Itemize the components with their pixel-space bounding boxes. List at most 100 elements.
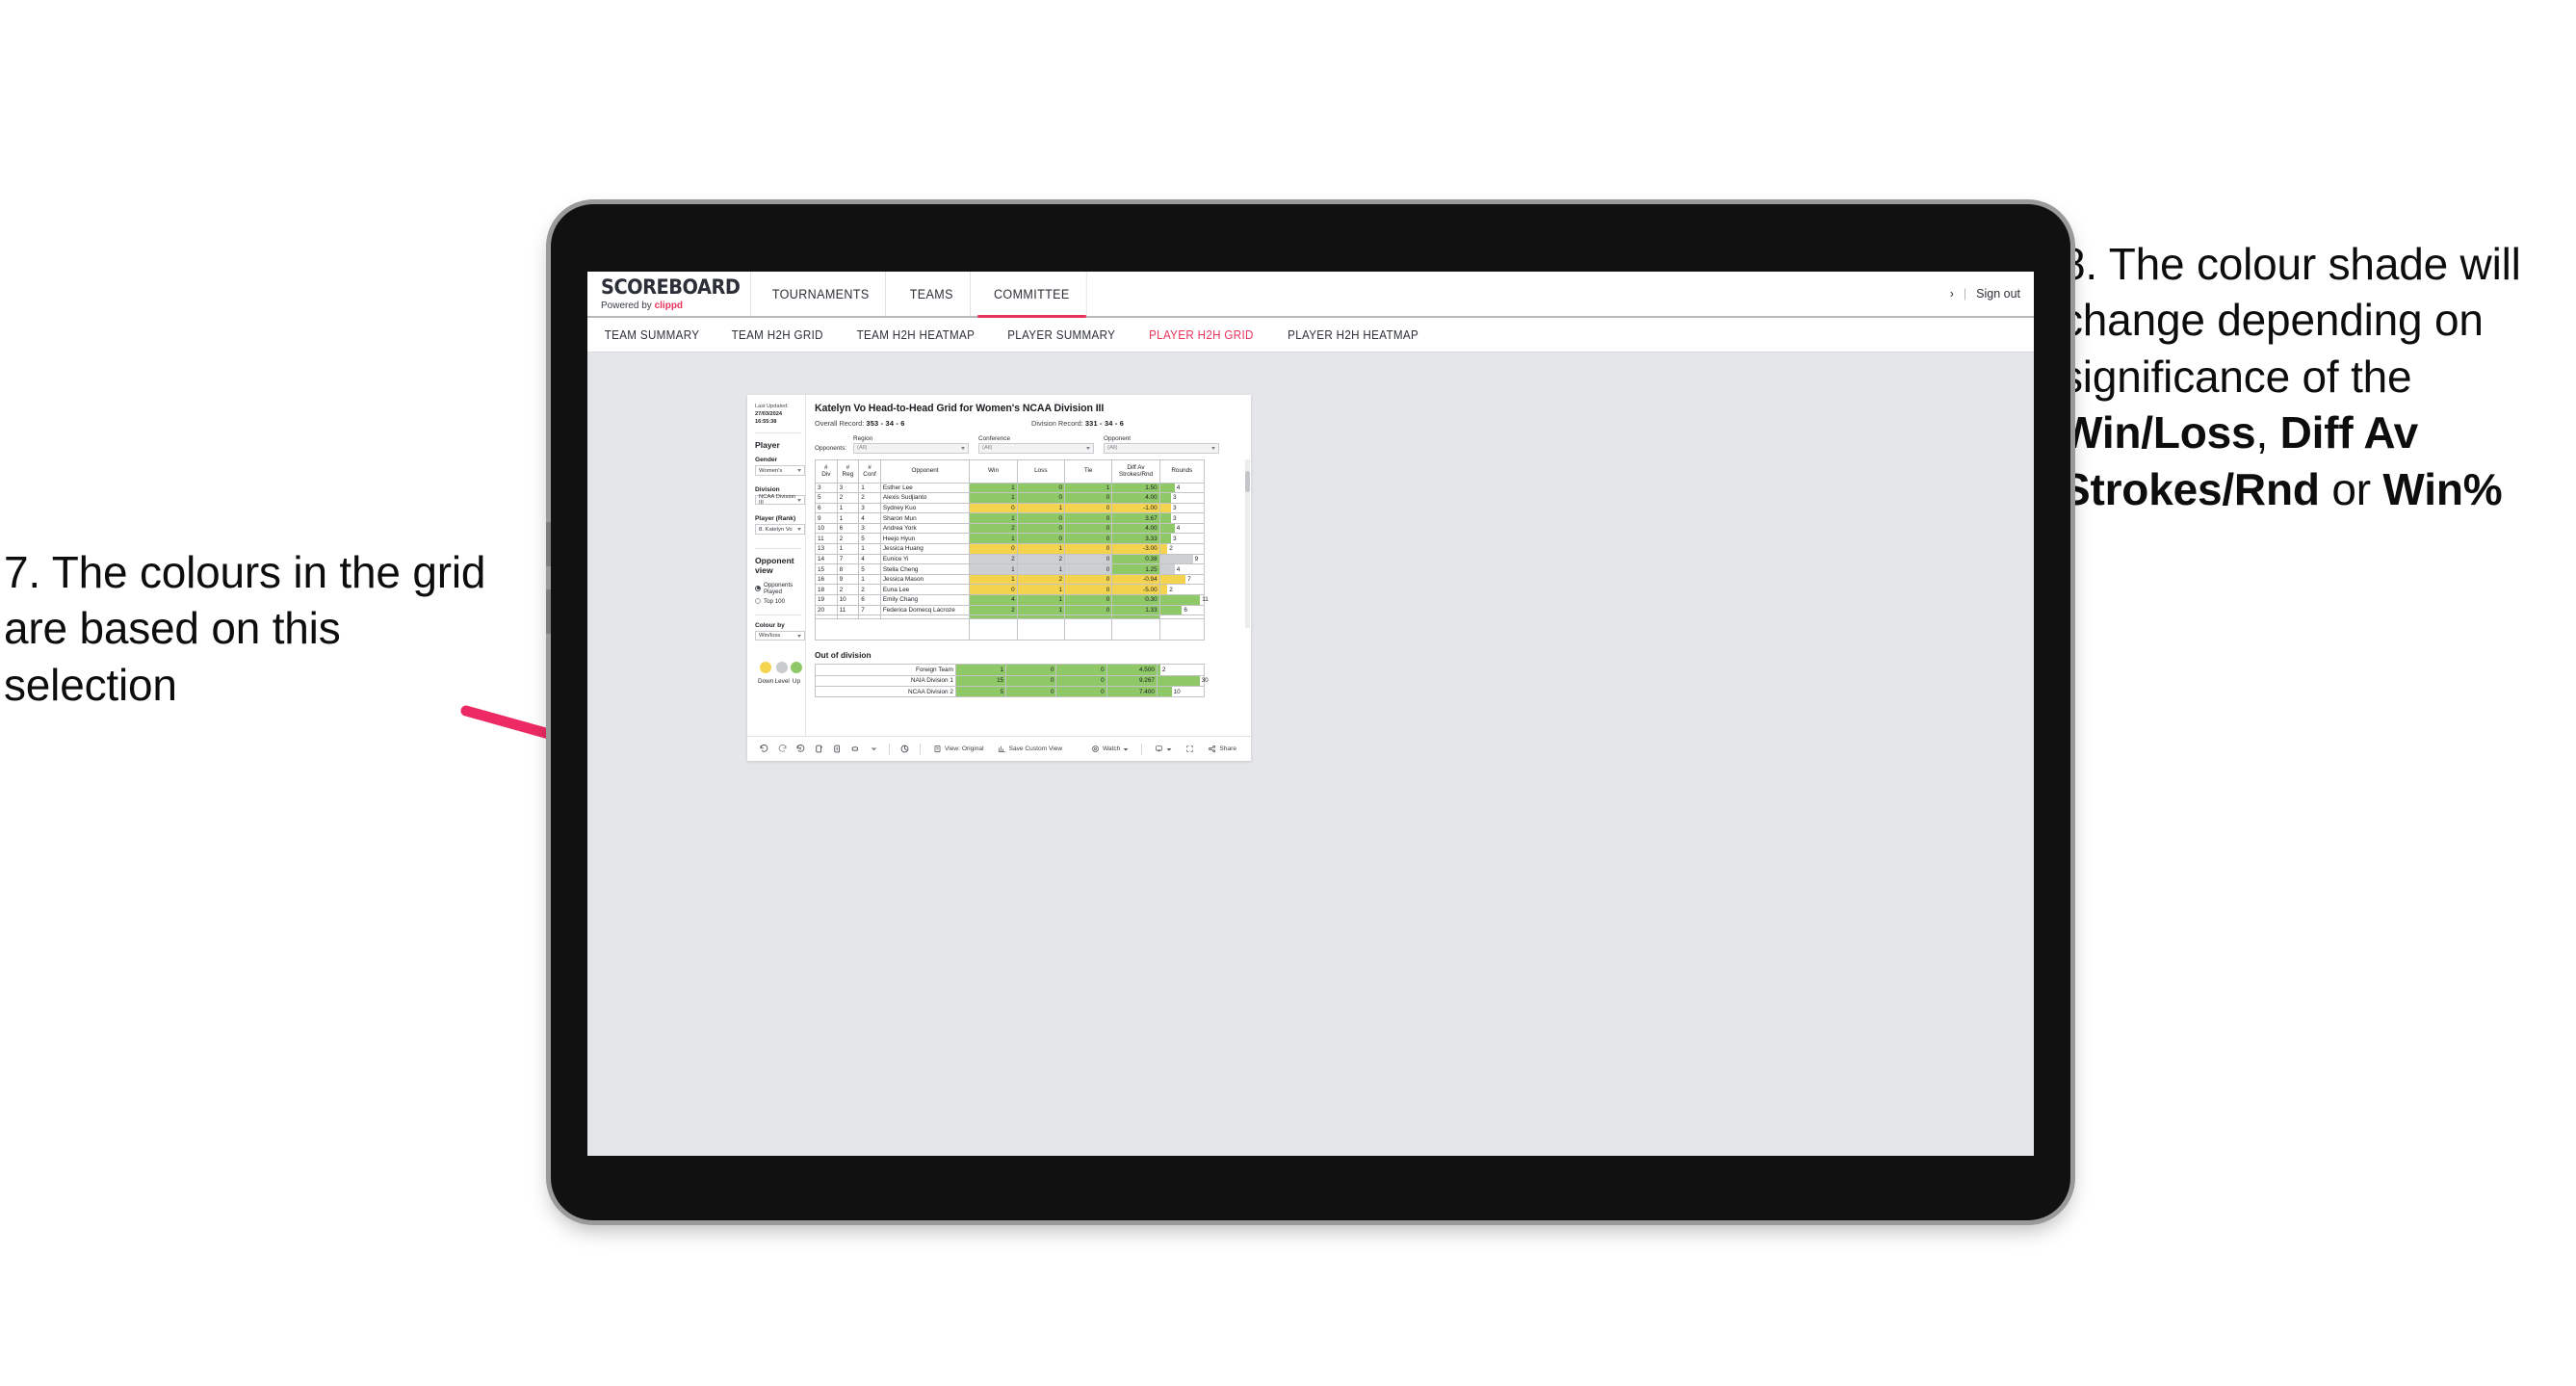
table-row[interactable]: 11 2 5 Heejo Hyun 1 0 0 3.33 3 <box>815 533 1206 545</box>
legend-label-up: Up <box>792 678 801 686</box>
col-header-conf-text: Conf <box>863 471 876 478</box>
table-row[interactable]: 14 7 4 Eunice Yi 2 2 0 0.38 9 <box>815 553 1206 565</box>
cell-rounds: 11 <box>1158 594 1209 606</box>
table-row[interactable]: 18 2 2 Euna Lee 0 1 0 -5.00 2 <box>815 584 1206 596</box>
view-original-button[interactable]: View: Original <box>926 745 991 753</box>
cell-div: 16 <box>815 573 838 586</box>
filter-colour-by: Colour by Win/loss <box>755 622 805 641</box>
grid-scrollbar-thumb[interactable] <box>1245 470 1250 492</box>
cell-tie: 0 <box>1063 604 1113 616</box>
table-row[interactable]: 20 11 7 Federica Domecq Lacroze 2 1 0 1.33 6 <box>815 604 1206 616</box>
refresh-icon[interactable] <box>810 744 828 754</box>
table-row[interactable]: 9 1 4 Sharon Mun 1 0 0 3.67 3 <box>815 512 1206 524</box>
sub-tab-team-h2h-heatmap[interactable]: TEAM H2H HEATMAP <box>856 328 975 342</box>
sub-tab-player-h2h-heatmap[interactable]: PLAYER H2H HEATMAP <box>1288 328 1418 342</box>
app-logo[interactable]: SCOREBOARD Powered by clippd <box>587 272 751 316</box>
nav-tab-tournaments[interactable]: TOURNAMENTS <box>756 272 887 316</box>
table-row[interactable]: 16 9 1 Jessica Mason 1 2 0 -0.94 7 <box>815 573 1206 586</box>
legend-dot-up-icon <box>791 662 802 674</box>
share-button[interactable]: Share <box>1201 745 1243 753</box>
conference-select[interactable]: (All) <box>978 443 1094 454</box>
cell-div: 13 <box>815 543 838 555</box>
cell-opponent: Heejo Hyun <box>879 533 971 545</box>
cell-loss: 1 <box>1016 502 1066 514</box>
section-heading-opponent-view: Opponent view <box>755 555 794 575</box>
last-updated-label: Last Updated: <box>755 404 789 409</box>
cell-diff: 3.67 <box>1111 512 1160 524</box>
cell-loss: 1 <box>1016 584 1066 596</box>
region-select-value: (All) <box>857 445 868 452</box>
opponent-select[interactable]: (All) <box>1104 443 1219 454</box>
colour-by-select[interactable]: Win/loss <box>755 630 805 641</box>
radio-top-100[interactable]: Top 100 <box>755 598 805 605</box>
legend-item-level: Level <box>775 662 790 685</box>
redo-icon[interactable] <box>773 744 792 754</box>
chevron-right-icon[interactable]: › <box>1950 287 1954 301</box>
annotation-right-bold3: Win% <box>2382 463 2503 514</box>
nav-tab-teams[interactable]: TEAMS <box>894 272 971 316</box>
watch-label: Watch <box>1102 745 1121 752</box>
table-row[interactable]: 15 8 5 Stella Cheng 1 1 0 1.25 4 <box>815 563 1206 575</box>
division-record-label: Division Record: <box>1031 419 1085 428</box>
cell-win: 2 <box>969 522 1018 535</box>
cell-ood-name: NCAA Division 2 <box>815 685 956 698</box>
save-custom-view-button[interactable]: Save Custom View <box>991 745 1070 753</box>
highlight-icon[interactable] <box>846 744 865 754</box>
save-custom-view-label: Save Custom View <box>1008 745 1063 752</box>
col-header-div: # Div <box>815 458 838 484</box>
revert-icon[interactable] <box>792 744 810 754</box>
divider-2 <box>755 547 801 549</box>
cell-div: 18 <box>815 584 838 596</box>
watch-button[interactable]: Watch <box>1084 745 1135 753</box>
out-of-division-row[interactable]: NAIA Division 1 15 0 0 9.267 30 <box>815 674 1209 688</box>
fullscreen-button[interactable] <box>1179 745 1201 753</box>
cell-loss: 1 <box>1016 604 1066 616</box>
cell-conf: 2 <box>858 584 881 596</box>
cell-opponent: Alexis Sudjianto <box>879 492 971 504</box>
cell-win: 0 <box>969 502 1018 514</box>
cell-win: 1 <box>969 563 1018 575</box>
sub-tab-team-summary[interactable]: TEAM SUMMARY <box>605 328 700 342</box>
out-of-division-row[interactable]: Foreign Team 1 0 0 4.500 2 <box>815 664 1206 676</box>
cell-diff: -5.00 <box>1111 584 1160 596</box>
cell-diff: 0.38 <box>1111 553 1160 565</box>
radio-opponents-played[interactable]: Opponents Played <box>755 582 805 595</box>
cell-win: 4 <box>969 594 1018 606</box>
table-row[interactable]: 19 10 6 Emily Chang 4 1 0 0.30 11 <box>815 594 1209 606</box>
table-row[interactable]: 5 2 2 Alexis Sudjianto 1 0 0 4.00 3 <box>815 492 1206 504</box>
sub-tab-team-h2h-grid[interactable]: TEAM H2H GRID <box>732 328 823 342</box>
section-heading-player: Player <box>755 440 780 451</box>
pause-icon[interactable] <box>828 744 846 754</box>
annotation-right-mid1: , <box>2255 407 2280 458</box>
division-select[interactable]: NCAA Division III <box>755 494 805 506</box>
table-row[interactable]: 6 1 3 Sydney Kuo 0 1 0 -1.00 3 <box>815 502 1206 514</box>
cell-ood-tie: 0 <box>1055 674 1107 688</box>
radio-top-100-label: Top 100 <box>764 597 786 605</box>
table-row[interactable]: 3 3 1 Esther Lee 1 0 1 1.50 4 <box>815 482 1206 494</box>
chevron-down-icon <box>961 446 965 450</box>
cell-opponent: Esther Lee <box>879 482 971 494</box>
grid-scroll-container: # Div # Reg # Conf Opponent Win Loss Tie… <box>814 458 1250 641</box>
cell-reg: 1 <box>836 502 860 514</box>
undo-icon[interactable] <box>755 744 773 754</box>
cell-conf: 7 <box>858 604 881 616</box>
highlight-dropdown-icon[interactable] <box>865 745 883 752</box>
cell-opponent: Jessica Mason <box>879 573 971 586</box>
sub-tab-player-summary[interactable]: PLAYER SUMMARY <box>1008 328 1116 342</box>
table-row[interactable]: 10 6 3 Andrea York 2 0 0 4.00 4 <box>815 522 1206 535</box>
col-header-rounds: Rounds <box>1158 458 1206 484</box>
nav-tab-committee[interactable]: COMMITTEE <box>977 272 1087 318</box>
region-select[interactable]: (All) <box>853 443 969 454</box>
download-button[interactable] <box>1148 745 1179 753</box>
clear-icon[interactable] <box>896 744 914 754</box>
radio-on-icon <box>755 585 761 591</box>
sub-tab-player-h2h-grid[interactable]: PLAYER H2H GRID <box>1149 328 1254 342</box>
table-row[interactable]: 13 1 1 Jessica Huang 0 1 0 -3.00 2 <box>815 543 1206 555</box>
filter-region: Region (All) <box>853 435 969 454</box>
cell-opponent: Emily Chang <box>879 594 971 606</box>
player-select[interactable]: 8. Katelyn Vo <box>755 524 805 535</box>
sign-out-link[interactable]: Sign out <box>1976 287 2020 301</box>
cell-diff: -1.00 <box>1111 502 1160 514</box>
out-of-division-row[interactable]: NCAA Division 2 5 0 0 7.400 10 <box>815 685 1206 698</box>
gender-select[interactable]: Women's <box>755 465 805 476</box>
